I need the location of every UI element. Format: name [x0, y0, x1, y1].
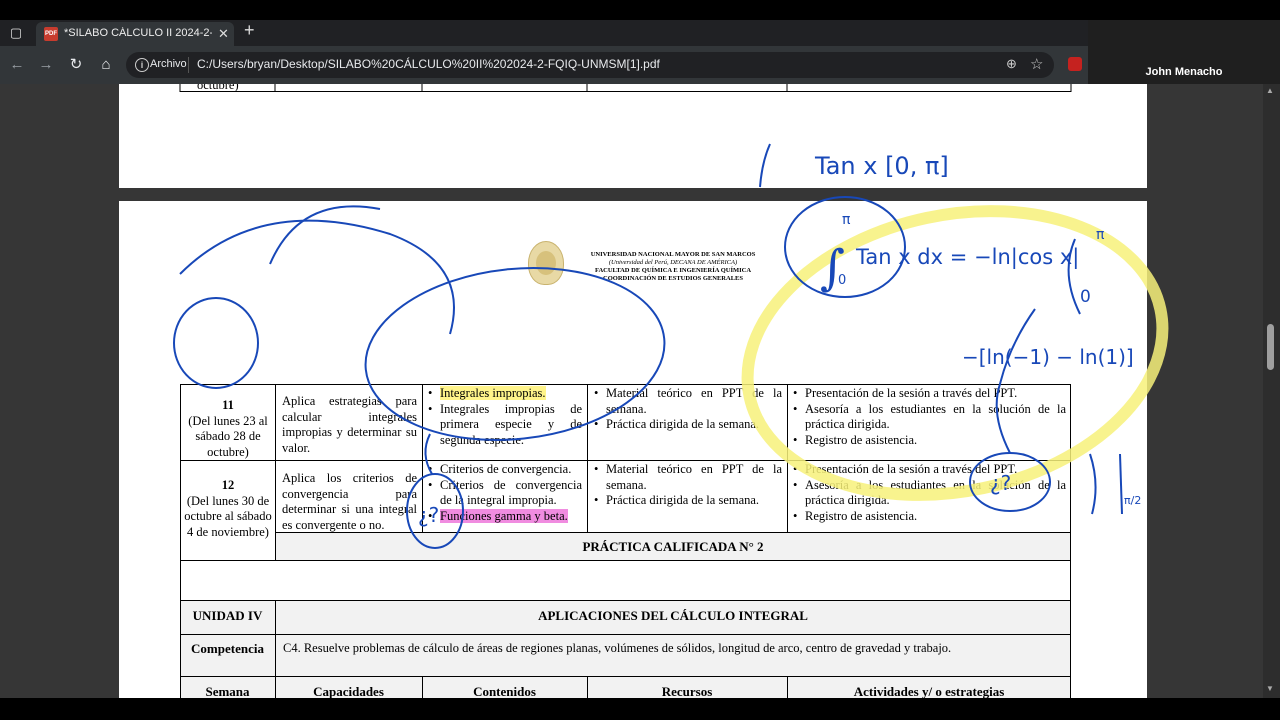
scroll-down-icon[interactable]: ▼ [1266, 684, 1274, 693]
ink-bound-upper: π [1096, 227, 1105, 243]
participant-name: John Menacho [1145, 66, 1223, 78]
ink-stroke [1089, 453, 1097, 515]
ink-integral-body: Tan x dx = −ln|cos x| [855, 245, 1079, 270]
bottom-black-bar [0, 698, 1280, 720]
ink-stroke [424, 433, 433, 475]
ink-stroke [1119, 453, 1123, 515]
ink-integral-lower: 0 [838, 273, 846, 288]
extension-icon[interactable] [1068, 57, 1082, 71]
top-black-bar [0, 0, 1280, 20]
ink-question-2: ¿? [990, 471, 1011, 495]
scroll-up-icon[interactable]: ▲ [1266, 86, 1274, 95]
back-arrow-icon[interactable]: ← [7, 55, 27, 75]
zoom-icon[interactable]: ⊕ [1006, 56, 1017, 72]
ink-note-top: Tan x [0, π] [814, 152, 949, 180]
url-text[interactable]: C:/Users/bryan/Desktop/SILABO%20CÁLCULO%… [197, 57, 660, 71]
annotation-layer: Tan x [0, π] ∫ 0 π Tan x dx = −ln|cos x|… [173, 143, 1169, 549]
scrollbar-thumb[interactable] [1267, 324, 1274, 370]
ink-arrow-curve [995, 308, 1036, 454]
tab-title: *SILABO CÁLCULO II 2024-2-FQIQ-UNMSM[1].… [64, 27, 212, 39]
ink-circle-week11 [173, 297, 259, 389]
info-icon[interactable]: i [135, 58, 149, 72]
archivo-label: Archivo [150, 58, 187, 70]
ink-stroke [759, 143, 771, 188]
tab-pdf-document[interactable]: PDF *SILABO CÁLCULO II 2024-2-FQIQ-UNMSM… [36, 22, 234, 46]
ink-stroke [269, 205, 381, 265]
plus-icon[interactable]: + [244, 20, 255, 40]
pdf-viewer[interactable]: octubre) UNIVERSIDAD NACIONAL MAYOR DE S… [0, 84, 1280, 698]
reload-icon[interactable]: ↻ [66, 55, 86, 75]
ink-arrow-curve [179, 219, 455, 335]
star-icon[interactable]: ☆ [1030, 55, 1043, 73]
ink-integral-upper: π [842, 212, 851, 228]
ink-side-note: π/2 [1124, 494, 1141, 507]
scrollbar[interactable] [1263, 84, 1280, 698]
address-separator [188, 57, 189, 73]
close-icon[interactable]: ✕ [218, 26, 229, 42]
forward-arrow-icon[interactable]: → [36, 55, 56, 75]
ink-question-1: ¿? [418, 503, 439, 527]
pdf-icon: PDF [44, 27, 58, 41]
tab-switcher-icon[interactable]: ▢ [8, 25, 24, 41]
ink-bound-zero: 0 [1080, 287, 1091, 307]
home-icon[interactable]: ⌂ [96, 55, 116, 75]
ink-evaluation: −[ln(−1) − ln(1)] [962, 345, 1134, 369]
ink-loop-contenidos [364, 267, 666, 441]
address-bar[interactable]: i Archivo C:/Users/bryan/Desktop/SILABO%… [126, 52, 1054, 78]
